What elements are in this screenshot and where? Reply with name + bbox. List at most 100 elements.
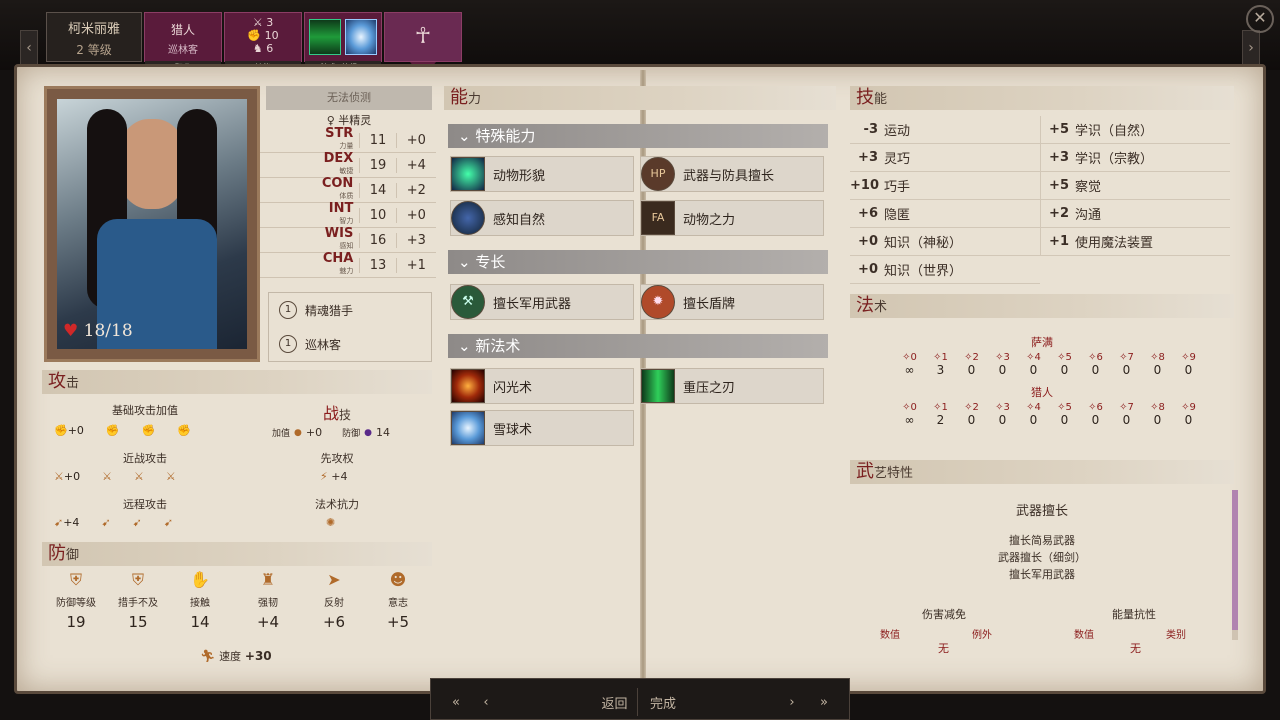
first-page-icon[interactable]: « (440, 688, 472, 716)
martial-weapon-icon: ⚒ (451, 285, 485, 319)
feats-header[interactable]: ⌄ 专长 (448, 250, 828, 274)
weapon-armor-proficiency-icon: HP (641, 157, 675, 191)
cmb-title-small: 技 (339, 408, 352, 422)
fortitude-column[interactable]: ♜ 强韧 +4 (238, 570, 298, 631)
spell-item[interactable]: 重压之刃 (640, 368, 824, 404)
ability-item[interactable]: FA 动物之力 (640, 200, 824, 236)
flatfooted-column[interactable]: ⛨ 措手不及 15 (108, 570, 168, 631)
running-icon: 🏃︎ (200, 649, 216, 663)
ranged-row[interactable]: ➹+4 ➹ ➹ ➹ (54, 516, 173, 529)
ability-label: 动物形貌 (493, 168, 546, 184)
stat-row-str[interactable]: STR 力量 11 +0 (260, 127, 436, 153)
attack-title-small: 击 (66, 376, 80, 391)
shaman-slots[interactable]: ✧0 ✧1 ✧2 ✧3 ✧4 ✧5 ✧6 ✧7 ✧8 ✧9 ∞ 3 0 0 0 0 0 0 0 0 (894, 352, 1204, 377)
skill-row[interactable]: +10 巧手 (850, 172, 1040, 200)
stat-value: 13 (359, 257, 397, 273)
stat-row-dex[interactable]: DEX 敏捷 19 +4 (260, 152, 436, 178)
stat-mod: +1 (406, 257, 426, 273)
skill-bonus: +5 (1049, 122, 1069, 137)
prev-page-icon[interactable]: ‹ (476, 688, 496, 716)
spell-item[interactable]: 雪球术 (450, 410, 634, 446)
ability-item[interactable]: HP 武器与防具擅长 (640, 156, 824, 192)
class-sub: 巡林客 (168, 45, 198, 56)
scrollbar-thumb[interactable] (1232, 490, 1238, 630)
close-icon[interactable]: ✕ (1246, 5, 1274, 33)
proficiency-header: 武器擅长 (1015, 504, 1068, 519)
ff-value: 15 (128, 613, 148, 631)
skill-row[interactable]: +6 隐匿 (850, 200, 1040, 228)
spell-counts-row: ∞ 2 0 0 0 0 0 0 0 0 (904, 413, 1193, 427)
tab-skills[interactable]: ⚔ 3 ✊ 10 ♞ 6 技能 (224, 12, 302, 74)
next-page-icon[interactable]: › (782, 688, 802, 716)
skill-row[interactable]: +1 使用魔法装置 (1041, 228, 1230, 256)
stat-row-wis[interactable]: WIS 感知 16 +3 (260, 227, 436, 253)
spell-item[interactable]: 闪光术 (450, 368, 634, 404)
skill-row[interactable]: +5 察觉 (1041, 172, 1230, 200)
character-name-box[interactable]: 柯米丽雅 2 等级 (46, 12, 142, 62)
next-character-arrow[interactable]: › (1242, 30, 1260, 66)
stat-sub: 魅力 (339, 267, 354, 275)
feat-label: 擅长军用武器 (493, 296, 572, 312)
back-button[interactable]: 返回 (592, 688, 638, 716)
skills-banner: 技能 (850, 86, 1234, 110)
sword-icon: ⚔ (133, 470, 144, 483)
tab-spells[interactable]: 法术: 等级 1 (304, 12, 382, 74)
martial-banner: 武艺特性 (850, 460, 1234, 484)
class-level-item[interactable]: 1 巡林客 (269, 327, 431, 361)
tab-class[interactable]: 猎人 巡林客 职业 (144, 12, 222, 74)
cmb-row[interactable]: 加值 ● +0 防御 ● 14 (272, 426, 390, 439)
special-abilities-header[interactable]: ⌄ 特殊能力 (448, 124, 828, 148)
skill-row[interactable]: +3 学识（宗教） (1041, 144, 1230, 172)
cmb-def-value: 14 (375, 426, 390, 439)
ac-value: 19 (66, 613, 86, 631)
stat-row-con[interactable]: CON 体质 14 +2 (260, 177, 436, 203)
reflex-column[interactable]: ➤ 反射 +6 (304, 570, 364, 631)
stat-value: 19 (359, 157, 397, 173)
done-button[interactable]: 完成 (640, 688, 686, 716)
will-column[interactable]: ☻ 意志 +5 (368, 570, 428, 631)
new-spells-header[interactable]: ⌄ 新法术 (448, 334, 828, 358)
heavy-blade-spell-icon (641, 369, 675, 403)
prev-character-arrow[interactable]: ‹ (20, 30, 38, 66)
initiative-row[interactable]: ⚡ +4 (320, 470, 347, 483)
class-level-item[interactable]: 1 精魂猎手 (269, 293, 431, 327)
spell-levels-row: ✧0 ✧1 ✧2 ✧3 ✧4 ✧5 ✧6 ✧7 ✧8 ✧9 (902, 402, 1196, 413)
sword-icon: ⚔ (102, 470, 112, 483)
stat-value: 11 (359, 132, 397, 148)
stat-mod: +2 (406, 182, 426, 198)
touch-icon: ✋ (190, 570, 210, 589)
skills-value-2: 10 (264, 29, 279, 42)
will-label: 意志 (388, 598, 408, 609)
skill-bonus: +5 (1049, 178, 1069, 193)
hunter-slots[interactable]: ✧0 ✧1 ✧2 ✧3 ✧4 ✧5 ✧6 ✧7 ✧8 ✧9 ∞ 2 0 0 0 0 0 0 0 0 (894, 402, 1204, 427)
skill-row[interactable]: +2 沟通 (1041, 200, 1230, 228)
bab-row[interactable]: ✊+0 ✊ ✊ ✊ (54, 424, 191, 437)
melee-value: +0 (63, 470, 81, 483)
last-page-icon[interactable]: » (808, 688, 840, 716)
bow-icon: ➹ (101, 516, 111, 529)
skills-title: 技 (856, 87, 874, 108)
skill-row[interactable]: +0 知识（世界） (850, 256, 1040, 284)
ability-item[interactable]: 感知自然 (450, 200, 634, 236)
tab-summary[interactable]: ☥ (384, 12, 462, 62)
skill-row[interactable]: -3 运动 (850, 116, 1040, 144)
melee-row[interactable]: ⚔+0 ⚔ ⚔ ⚔ (54, 470, 176, 483)
stat-row-cha[interactable]: CHA 魅力 13 +1 (260, 252, 436, 278)
spell-resistance-icon[interactable]: ✺ (326, 516, 335, 529)
ac-column[interactable]: ⛨ 防御等级 19 (46, 570, 106, 631)
martial-scrollbar[interactable] (1232, 490, 1238, 640)
cmd-icon: ● (364, 427, 372, 438)
stat-row-int[interactable]: INT 智力 10 +0 (260, 202, 436, 228)
ability-item[interactable]: 动物形貌 (450, 156, 634, 192)
skill-row[interactable]: +3 灵巧 (850, 144, 1040, 172)
skill-bonus: +6 (858, 206, 878, 221)
skill-bonus: +10 (850, 178, 879, 193)
feat-item[interactable]: ✹ 擅长盾牌 (640, 284, 824, 320)
skill-row[interactable]: +0 知识（神秘） (850, 228, 1040, 256)
touch-column[interactable]: ✋ 接触 14 (170, 570, 230, 631)
feat-label: 擅长盾牌 (683, 296, 736, 312)
skill-row[interactable]: +5 学识（自然） (1041, 116, 1230, 144)
feat-item[interactable]: ⚒ 擅长军用武器 (450, 284, 634, 320)
speed-row[interactable]: 🏃︎ 速度 +30 (200, 648, 272, 664)
new-spells-title: 新法术 (475, 337, 521, 355)
